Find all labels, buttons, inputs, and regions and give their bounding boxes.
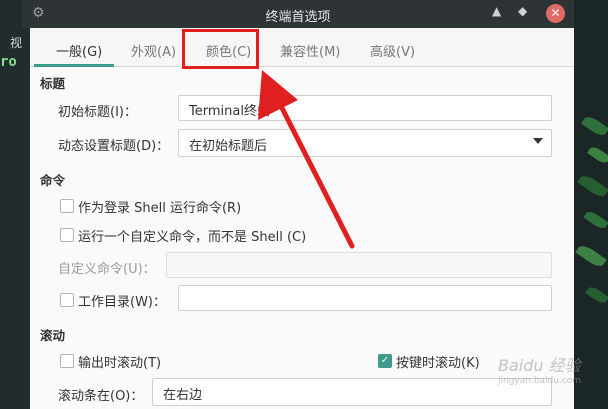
watermark: Baidu 经验 jingyan.baidu.com <box>498 352 581 386</box>
watermark-subtext: jingyan.baidu.com <box>498 376 582 386</box>
watermark-text: Baidu 经验 <box>498 356 581 375</box>
annotation-arrow <box>258 70 355 249</box>
